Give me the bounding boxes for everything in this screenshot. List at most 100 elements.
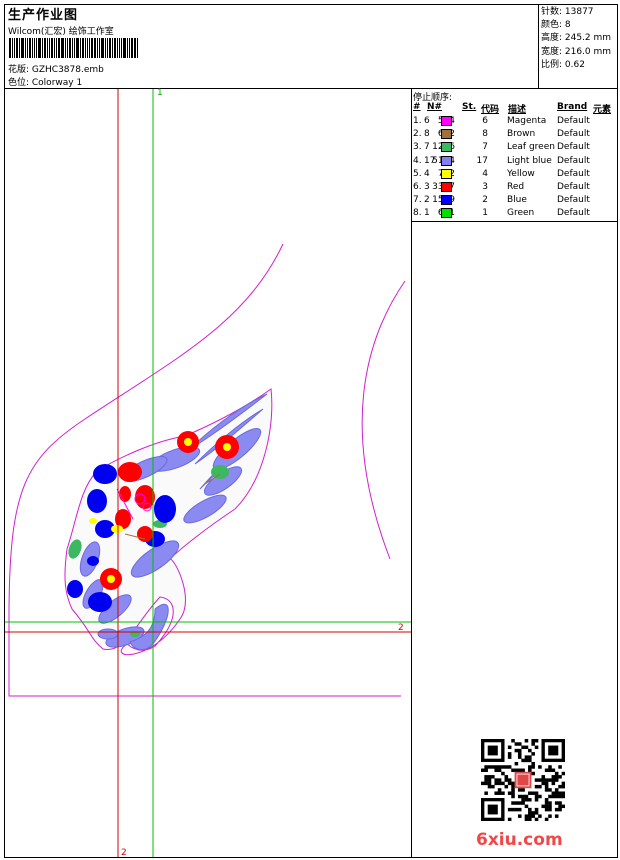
barcode-bar (67, 38, 68, 58)
qr-module (528, 768, 532, 772)
qr-module (528, 817, 532, 821)
row-code: 3 (482, 182, 488, 192)
qr-module (538, 784, 542, 789)
qr-module (544, 798, 549, 802)
col-header-stitches: St. (462, 102, 477, 112)
green-guide-label: 1 (157, 88, 163, 98)
qr-module (551, 781, 556, 786)
qr-module (491, 784, 495, 789)
qr-module (534, 811, 539, 815)
qr-module (517, 755, 522, 759)
qr-module (554, 807, 559, 812)
qr-module (528, 807, 532, 812)
stat-scale: 比例: 0.62 (541, 59, 585, 70)
qr-module (517, 752, 522, 756)
qr-module (544, 807, 549, 812)
barcode-bar (119, 38, 120, 58)
qr-module (517, 788, 522, 792)
qr-module (524, 755, 529, 759)
qr-module (481, 768, 485, 772)
qr-module (534, 745, 539, 750)
qr-module (544, 781, 549, 786)
qr-module (494, 781, 498, 786)
row-description: Magenta (507, 116, 547, 126)
qr-module (554, 791, 559, 795)
col-header-element: 元素 (593, 105, 612, 115)
barcode-bar (36, 38, 37, 58)
qr-module (544, 804, 549, 809)
qr-module (524, 745, 529, 750)
qr-module (558, 784, 562, 789)
barcode-bar (12, 38, 13, 58)
row-index: 5. (413, 168, 422, 179)
qr-module (497, 781, 502, 786)
qr-module (538, 814, 542, 818)
qr-module (538, 765, 542, 769)
row-code: 2 (482, 195, 488, 206)
qr-module (517, 801, 522, 805)
stat-stitches: 针数: 13877 (541, 7, 594, 17)
qr-module (501, 781, 505, 786)
qr-module (481, 781, 485, 786)
qr-module (511, 781, 515, 786)
stats-panel: 针数: 13877 颜色: 8 高度: 245.2 mm 宽度: 216.0 m… (541, 6, 611, 72)
row-brand: Default (557, 168, 590, 179)
qr-module (548, 765, 552, 769)
color-swatch (441, 208, 452, 219)
studio-subtitle: Wilcom(汇宏) 绘饰工作室 (8, 27, 114, 37)
row-description: Green (507, 208, 535, 219)
qr-module (534, 778, 539, 782)
barcode-bar (58, 38, 60, 58)
qr-module (511, 801, 515, 805)
qr-module (511, 794, 515, 799)
qr-finder-pattern (487, 804, 498, 815)
qr-module (504, 784, 509, 789)
row-description: Yellow (507, 168, 535, 179)
barcode-bar (51, 38, 53, 58)
barcode-bar (42, 38, 43, 58)
stats-divider (538, 4, 539, 88)
qr-module (531, 814, 535, 818)
qr-module (524, 758, 529, 763)
qr-module (528, 765, 532, 769)
qr-module (544, 788, 549, 792)
qr-code (481, 739, 565, 821)
qr-module (541, 775, 546, 779)
qr-finder-pattern (548, 745, 559, 756)
qr-module (494, 768, 498, 772)
qr-module (544, 778, 549, 782)
barcode-bar (14, 38, 15, 58)
qr-module (531, 742, 535, 746)
qr-module (551, 794, 556, 799)
barcode-bar (91, 38, 93, 58)
row-brand: Default (557, 208, 590, 219)
barcode-bar (129, 38, 130, 58)
color-swatch (441, 129, 452, 140)
color-swatch (441, 182, 452, 192)
qr-module (521, 798, 525, 802)
stat-height: 高度: 245.2 mm (541, 33, 612, 44)
barcode-bar (89, 38, 90, 58)
color-swatch (441, 195, 452, 206)
page-title: 生产作业图 (8, 8, 79, 23)
qr-module (501, 771, 505, 776)
qr-module (514, 801, 519, 805)
qr-module (507, 791, 512, 795)
qr-module (507, 765, 512, 769)
barcode-bar (127, 38, 128, 58)
qr-module (521, 758, 525, 763)
barcode-bar (123, 38, 126, 58)
row-code: 8 (482, 129, 488, 140)
embroidery-design-view (5, 89, 411, 857)
qr-module (548, 794, 552, 799)
qr-module (521, 788, 525, 792)
site-watermark: 6xiu.com (476, 830, 563, 850)
col-header-hash: # (413, 102, 421, 112)
table-bottom-divider (411, 221, 618, 222)
qr-module (548, 804, 552, 809)
table-row: 5.47624YellowDefault (413, 168, 618, 181)
row-description: Light blue (507, 155, 552, 166)
qr-module (514, 768, 519, 772)
qr-module (484, 791, 488, 795)
qr-module (561, 781, 565, 786)
